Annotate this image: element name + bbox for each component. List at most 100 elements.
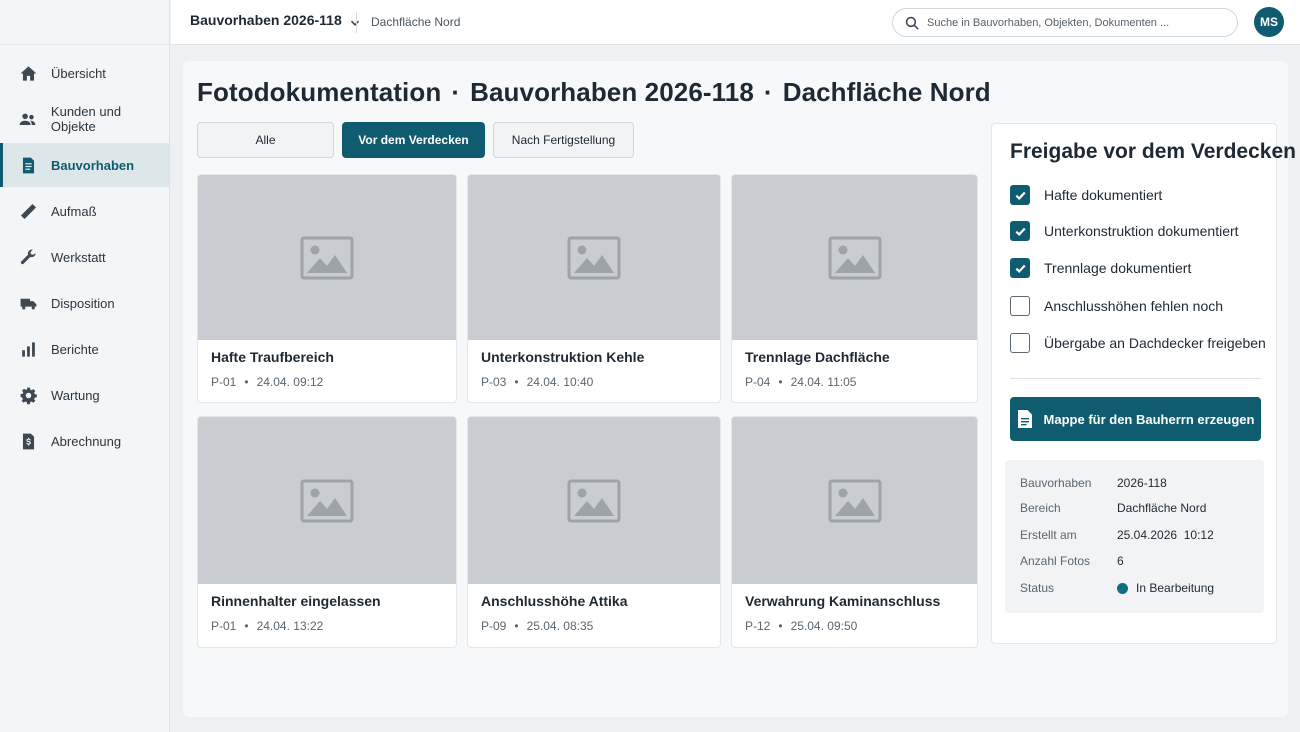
meta-dot: • <box>514 375 519 389</box>
search-box[interactable] <box>892 8 1238 37</box>
project-info: Bauvorhaben 2026-118 Bereich Dachfläche … <box>1005 460 1264 613</box>
sidebar-header <box>0 0 169 45</box>
checklist-item[interactable]: Übergabe an Dachdecker freigeben <box>1010 333 1266 353</box>
sidebar-item-label: Berichte <box>51 341 99 357</box>
filter-after-completion-button[interactable]: Nach Fertigstellung <box>493 122 634 158</box>
info-value: 6 <box>1117 554 1124 568</box>
document-icon <box>1017 410 1033 428</box>
photo-date: 24.04. <box>256 375 290 389</box>
sidebar-nav: Übersicht Kunden und Objekte Bauvorhaben… <box>0 45 169 463</box>
sidebar-item-berichte[interactable]: Berichte <box>0 327 169 371</box>
title-separator: · <box>451 77 461 107</box>
checklist-label: Übergabe an Dachdecker freigeben <box>1044 335 1266 351</box>
sidebar-item-label: Disposition <box>51 295 115 311</box>
sidebar-item-label: Wartung <box>51 387 100 403</box>
sidebar: Übersicht Kunden und Objekte Bauvorhaben… <box>0 0 170 732</box>
photo-card[interactable]: Anschlusshöhe Attika P-09 • 25.04. 08:35 <box>467 416 721 648</box>
meta-dot: • <box>244 619 249 633</box>
sidebar-item-label: Aufmaß <box>51 203 97 219</box>
filter-before-covering-button[interactable]: Vor dem Verdecken <box>342 122 485 158</box>
photo-thumbnail <box>468 175 720 340</box>
bar-chart-icon <box>18 339 38 359</box>
checkbox-unchecked[interactable] <box>1010 296 1030 316</box>
project-selector[interactable]: Bauvorhaben 2026-118 <box>190 12 360 28</box>
project-name: Bauvorhaben 2026-118 <box>190 12 342 28</box>
gear-icon <box>18 385 38 405</box>
home-icon <box>18 63 38 83</box>
checklist-label: Trennlage dokumentiert <box>1044 260 1192 276</box>
sidebar-item-abrechnung[interactable]: Abrechnung <box>0 419 169 463</box>
photo-title: Unterkonstruktion Kehle <box>481 349 645 365</box>
meta-dot: • <box>514 619 519 633</box>
info-key: Anzahl Fotos <box>1020 554 1091 568</box>
image-placeholder-icon <box>567 479 621 522</box>
checklist-label: Anschlusshöhen fehlen noch <box>1044 298 1224 314</box>
photo-card[interactable]: Unterkonstruktion Kehle P-03 • 24.04. 10:4… <box>467 174 721 403</box>
info-key: Bereich <box>1020 501 1061 515</box>
photo-title: Anschlusshöhe Attika <box>481 593 628 609</box>
sidebar-item-wartung[interactable]: Wartung <box>0 373 169 417</box>
search-input[interactable] <box>927 16 1227 29</box>
photo-card[interactable]: Trennlage Dachfläche P-04 • 24.04. 11:05 <box>731 174 978 403</box>
divider <box>356 12 357 33</box>
sidebar-item-bauvorhaben[interactable]: Bauvorhaben <box>0 143 169 187</box>
checklist-item[interactable]: Hafte dokumentiert <box>1010 185 1162 205</box>
image-placeholder-icon <box>300 236 354 279</box>
info-value: Dachfläche Nord <box>1117 501 1207 515</box>
sidebar-item-kunden[interactable]: Kunden und Objekte <box>0 97 169 141</box>
photo-date: 25.04. <box>790 619 824 633</box>
avatar[interactable]: MS <box>1254 7 1284 37</box>
info-value: 2026-118 <box>1117 476 1167 490</box>
sidebar-item-disposition[interactable]: Disposition <box>0 281 169 325</box>
photo-meta: P-09 • 25.04. 08:35 <box>481 619 593 633</box>
sidebar-item-label: Bauvorhaben <box>51 157 135 173</box>
check-icon <box>1015 264 1026 273</box>
meta-dot: • <box>778 375 783 389</box>
filter-tabs: Alle Vor dem Verdecken Nach Fertigstellu… <box>197 122 642 158</box>
filter-all-button[interactable]: Alle <box>197 122 334 158</box>
checklist-item[interactable]: Trennlage dokumentiert <box>1010 258 1191 278</box>
photo-position: P-04 <box>745 375 771 389</box>
status-value: In Bearbeitung <box>1117 581 1214 595</box>
photo-time: 09:50 <box>827 619 858 633</box>
check-icon <box>1015 227 1026 236</box>
checklist-item[interactable]: Anschlusshöhen fehlen noch <box>1010 296 1223 316</box>
create-folder-button[interactable]: Mappe für den Bauherrn erzeugen <box>1010 397 1261 441</box>
sidebar-item-werkstatt[interactable]: Werkstatt <box>0 235 169 279</box>
photo-thumbnail <box>198 175 456 340</box>
checkbox-checked[interactable] <box>1010 221 1030 241</box>
photo-time: 11:05 <box>827 375 857 389</box>
checkbox-checked[interactable] <box>1010 185 1030 205</box>
image-placeholder-icon <box>828 236 881 279</box>
sidebar-item-uebersicht[interactable]: Übersicht <box>0 51 169 95</box>
checkbox-unchecked[interactable] <box>1010 333 1030 353</box>
photo-date: 25.04. <box>526 619 560 633</box>
info-row: Anzahl Fotos 6 <box>1020 554 1124 568</box>
divider <box>1010 378 1261 379</box>
photo-title: Verwahrung Kaminanschluss <box>745 593 941 609</box>
photo-card[interactable]: Verwahrung Kaminanschluss P-12 • 25.04. 09… <box>731 416 978 648</box>
invoice-icon <box>18 431 38 451</box>
info-row: Erstellt am 25.04.2026 10:12 <box>1020 528 1214 542</box>
checklist-item[interactable]: Unterkonstruktion dokumentiert <box>1010 221 1239 241</box>
checklist-label: Hafte dokumentiert <box>1044 187 1163 203</box>
top-bar: Bauvorhaben 2026-118 Dachfläche Nord MS <box>171 0 1300 45</box>
photo-card[interactable]: Hafte Traufbereich P-01 • 24.04. 09:12 <box>197 174 457 403</box>
checkbox-checked[interactable] <box>1010 258 1030 278</box>
info-value: 25.04.2026 10:12 <box>1117 528 1214 542</box>
sidebar-item-label: Abrechnung <box>51 433 122 449</box>
photo-card[interactable]: Rinnenhalter eingelassen P-01 • 24.04. 13:… <box>197 416 457 648</box>
info-row: Bereich Dachfläche Nord <box>1020 501 1206 515</box>
document-icon <box>18 155 38 175</box>
sidebar-item-aufmass[interactable]: Aufmaß <box>0 189 169 233</box>
breadcrumb[interactable]: Dachfläche Nord <box>371 15 460 29</box>
panel-title: Freigabe vor dem Verdecken <box>1010 140 1296 163</box>
status-dot <box>1117 582 1128 594</box>
release-panel: Freigabe vor dem Verdecken Hafte dokumen… <box>991 123 1296 644</box>
users-icon <box>18 109 38 129</box>
photo-time: 10:40 <box>563 375 594 389</box>
meta-dot: • <box>244 375 249 389</box>
photo-thumbnail <box>198 417 456 584</box>
checklist-label: Unterkonstruktion dokumentiert <box>1044 223 1239 239</box>
photo-time: 08:35 <box>563 619 594 633</box>
